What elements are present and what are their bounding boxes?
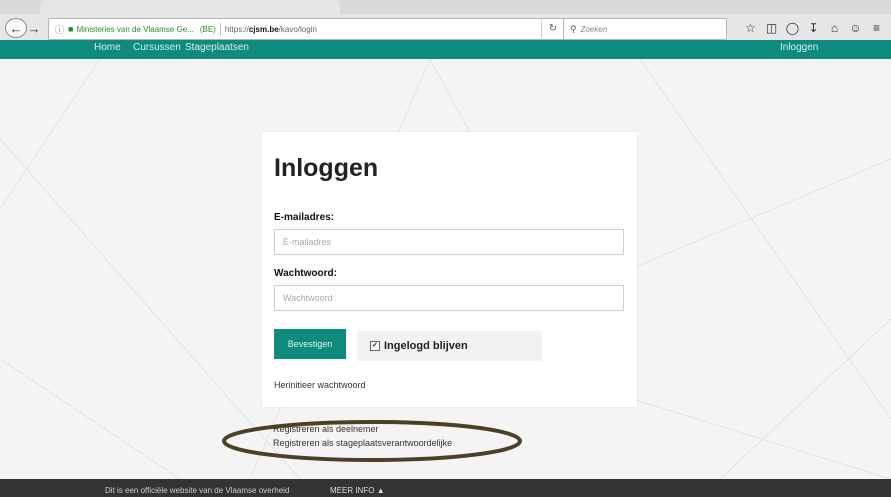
site-footer: Dit is een officiële website van de Vlaa… bbox=[0, 479, 891, 497]
url-prefix: https:// bbox=[224, 24, 249, 34]
remember-label: Ingelogd blijven bbox=[384, 340, 468, 352]
nav-stageplaatsen[interactable]: Stageplaatsen bbox=[185, 42, 249, 53]
chat-icon[interactable]: ☺ bbox=[845, 21, 866, 35]
site-identity[interactable]: Ministeries van de Vlaamse Ge... bbox=[76, 25, 193, 34]
info-icon[interactable]: ⓘ bbox=[55, 23, 64, 36]
browser-chrome: ← → ⓘ ■ Ministeries van de Vlaamse Ge...… bbox=[0, 0, 891, 41]
search-placeholder: Zoeken bbox=[580, 24, 608, 34]
back-button[interactable]: ← bbox=[5, 18, 27, 38]
lock-icon: ■ bbox=[68, 24, 74, 34]
chevron-up-icon: ▲ bbox=[376, 486, 385, 495]
nav-cursussen[interactable]: Cursussen bbox=[133, 42, 181, 53]
address-bar[interactable]: ⓘ ■ Ministeries van de Vlaamse Ge... (BE… bbox=[48, 18, 582, 40]
url-domain: cjsm.be bbox=[248, 24, 279, 34]
url-divider bbox=[219, 23, 221, 35]
reload-button[interactable]: ↻ bbox=[541, 18, 564, 38]
search-icon: ⚲ bbox=[570, 23, 577, 34]
remember-me-toggle[interactable]: ✓ Ingelogd blijven bbox=[357, 331, 542, 361]
more-info-label: MEER INFO bbox=[330, 486, 375, 495]
search-bar[interactable]: ⚲ Zoeken bbox=[563, 18, 727, 40]
url-path: /kavo/login bbox=[278, 24, 317, 34]
nav-login[interactable]: Inloggen bbox=[780, 42, 818, 53]
download-icon[interactable]: ↧ bbox=[803, 21, 824, 35]
submit-button[interactable]: Bevestigen bbox=[274, 329, 346, 359]
home-icon[interactable]: ⌂ bbox=[824, 21, 845, 35]
pocket-icon[interactable]: ◯ bbox=[782, 21, 803, 35]
remember-checkbox[interactable]: ✓ bbox=[370, 341, 380, 351]
footer-note: Dit is een officiële website van de Vlaa… bbox=[105, 486, 290, 495]
annotation-ellipse bbox=[222, 420, 522, 462]
page-title: Inloggen bbox=[274, 154, 379, 182]
password-label: Wachtwoord: bbox=[274, 268, 337, 279]
reload-icon: ↻ bbox=[548, 22, 558, 34]
login-card: Inloggen E-mailadres: Wachtwoord: Bevest… bbox=[262, 132, 637, 407]
site-header: Home Cursussen Stageplaatsen Inloggen bbox=[0, 40, 891, 59]
active-tab[interactable] bbox=[40, 0, 340, 14]
reading-list-icon[interactable]: ◫ bbox=[761, 21, 782, 35]
arrow-left-icon: ← bbox=[9, 20, 23, 36]
password-field[interactable] bbox=[274, 285, 624, 311]
forward-button[interactable]: → bbox=[26, 18, 42, 38]
toolbar-icons: ☆ ◫ ◯ ↧ ⌂ ☺ ≡ bbox=[740, 18, 887, 38]
bookmark-star-icon[interactable]: ☆ bbox=[740, 21, 761, 35]
arrow-right-icon: → bbox=[27, 20, 41, 36]
nav-home[interactable]: Home bbox=[94, 42, 121, 53]
menu-icon[interactable]: ≡ bbox=[866, 21, 887, 35]
more-info-link[interactable]: MEER INFO ▲ bbox=[330, 486, 385, 495]
site-country: (BE) bbox=[199, 24, 216, 34]
reset-password-link[interactable]: Herinitieer wachtwoord bbox=[274, 380, 366, 390]
email-field[interactable] bbox=[274, 229, 624, 255]
email-label: E-mailadres: bbox=[274, 212, 335, 223]
